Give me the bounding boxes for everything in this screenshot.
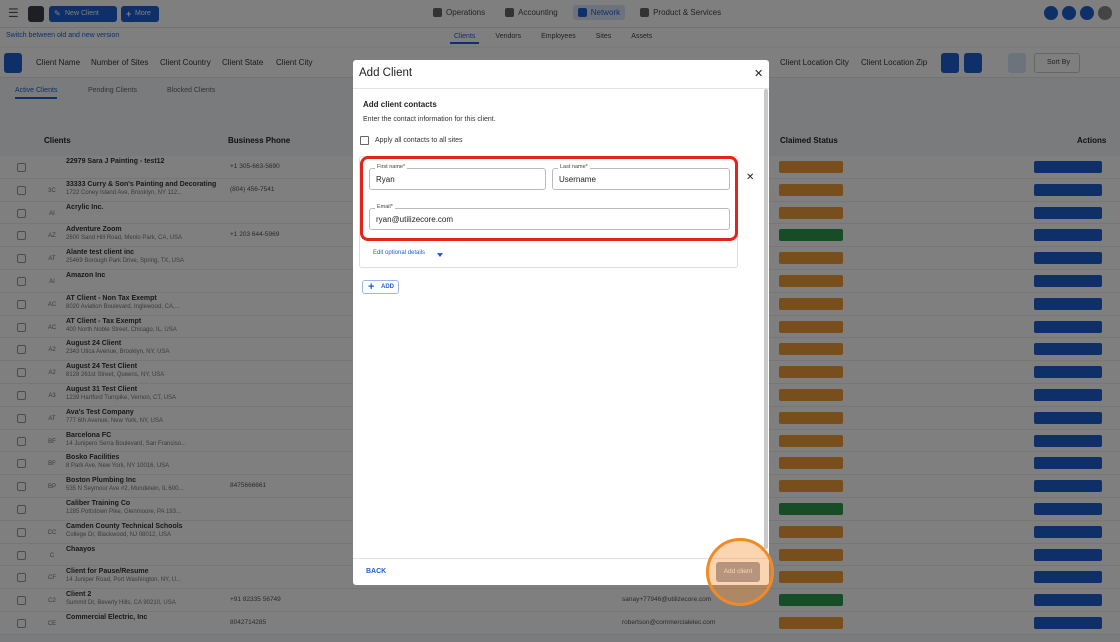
section-description: Enter the contact information for this c…: [363, 116, 496, 123]
close-icon[interactable]: ✕: [754, 67, 763, 80]
add-contact-label: ADD: [381, 284, 394, 290]
section-title: Add client contacts: [363, 100, 437, 109]
apply-all-contacts-checkbox[interactable]: [360, 136, 369, 145]
remove-contact-icon[interactable]: ✕: [746, 172, 754, 183]
add-contact-button[interactable]: + ADD: [362, 280, 399, 294]
edit-optional-details-link[interactable]: Edit optional details: [373, 250, 425, 256]
dialog-header: Add Client ✕: [353, 60, 769, 89]
back-button[interactable]: BACK: [366, 568, 386, 575]
click-indicator: [706, 538, 774, 606]
scrollbar[interactable]: [764, 89, 768, 549]
annotation-highlight: [360, 156, 738, 241]
add-client-dialog: Add Client ✕ Add client contacts Enter t…: [353, 60, 769, 585]
apply-all-contacts-label: Apply all contacts to all sites: [375, 137, 463, 144]
plus-icon: +: [368, 281, 375, 293]
dialog-title: Add Client: [359, 67, 413, 79]
chevron-down-icon[interactable]: [437, 253, 443, 257]
